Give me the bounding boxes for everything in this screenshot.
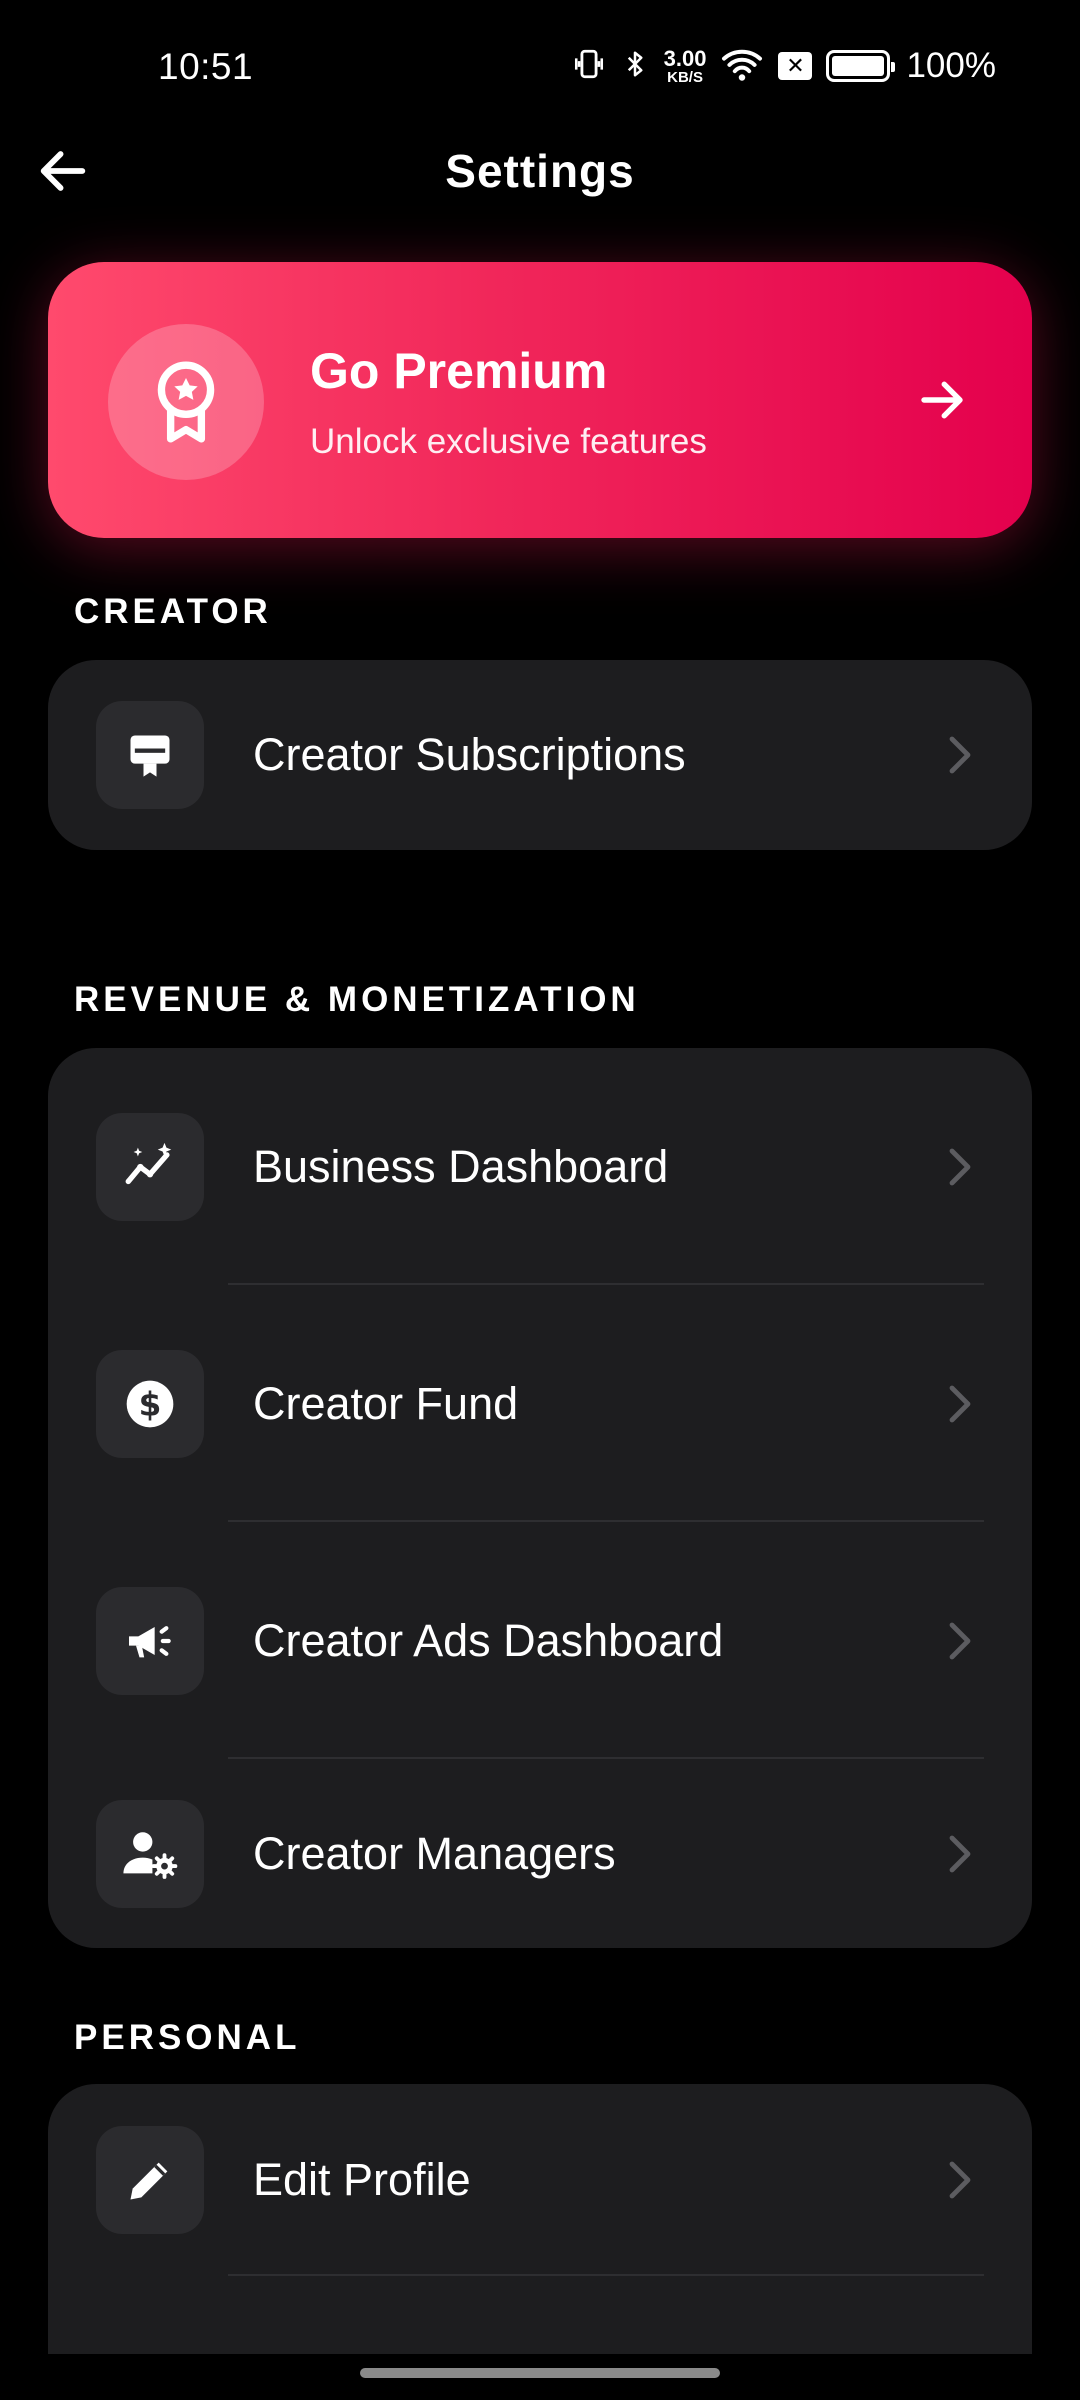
pencil-icon [96, 2126, 204, 2234]
settings-item-label: Business Dashboard [253, 1140, 669, 1192]
svg-text:$: $ [139, 1385, 162, 1423]
bluetooth-icon [620, 46, 650, 87]
award-ribbon-icon [157, 361, 215, 443]
settings-item-creator-fund[interactable]: $ Creator Fund [48, 1285, 1032, 1522]
status-icons: 3.00 KB/S ✕ 100% [572, 44, 996, 88]
premium-title: Go Premium [310, 343, 608, 399]
settings-item-label: Creator Managers [253, 1827, 616, 1879]
sparkle-chart-icon [96, 1112, 204, 1221]
vibrate-icon [572, 47, 606, 86]
settings-item-label: Creator Ads Dashboard [253, 1614, 724, 1666]
revenue-card: Business Dashboard $ Creator Fund Creato… [48, 1048, 1032, 1948]
network-speed-value: 3.00 [663, 45, 707, 71]
settings-item-creator-ads-dashboard[interactable]: Creator Ads Dashboard [48, 1522, 1032, 1759]
premium-badge [108, 324, 264, 480]
page-title: Settings [445, 145, 635, 197]
battery-fill [832, 56, 885, 76]
settings-item-business-dashboard[interactable]: Business Dashboard [48, 1048, 1032, 1285]
settings-item-label: Creator Fund [253, 1377, 519, 1429]
home-indicator[interactable] [360, 2368, 720, 2378]
subscription-card-icon [96, 701, 204, 809]
megaphone-icon [96, 1586, 204, 1695]
settings-item-creator-managers[interactable]: Creator Managers [48, 1759, 1032, 1948]
header: Settings [0, 130, 1080, 210]
status-time: 10:51 [158, 46, 254, 87]
chevron-right-icon [940, 1834, 980, 1874]
chevron-right-icon [940, 735, 980, 775]
settings-item-label: Creator Subscriptions [253, 729, 686, 780]
status-bar: 10:51 3.00 KB/S ✕ 100% [0, 0, 1080, 130]
settings-item-label: Edit Profile [253, 2154, 471, 2205]
arrow-right-icon [912, 370, 972, 430]
wifi-icon [720, 46, 764, 87]
premium-subtitle: Unlock exclusive features [310, 422, 707, 461]
network-speed: 3.00 KB/S [663, 45, 707, 86]
chevron-right-icon [940, 1384, 980, 1424]
creator-card: Creator Subscriptions [48, 660, 1032, 850]
divider [228, 2274, 984, 2276]
section-label-personal: PERSONAL [74, 2018, 301, 2057]
section-label-creator: CREATOR [74, 592, 272, 631]
user-gear-icon [96, 1799, 204, 1908]
settings-item-creator-subscriptions[interactable]: Creator Subscriptions [48, 660, 1032, 850]
battery-percent: 100% [906, 46, 996, 85]
network-speed-unit: KB/S [667, 68, 703, 86]
no-sim-icon: ✕ [778, 52, 813, 80]
section-label-revenue: REVENUE & MONETIZATION [74, 980, 640, 1019]
dollar-coin-icon: $ [96, 1349, 204, 1458]
chevron-right-icon [940, 1621, 980, 1661]
chevron-right-icon [940, 1147, 980, 1187]
go-premium-card[interactable]: Go Premium Unlock exclusive features [48, 262, 1032, 538]
battery-icon [826, 50, 896, 82]
chevron-right-icon [940, 2160, 980, 2200]
settings-item-edit-profile[interactable]: Edit Profile [48, 2084, 1032, 2276]
personal-card: Edit Profile [48, 2084, 1032, 2354]
